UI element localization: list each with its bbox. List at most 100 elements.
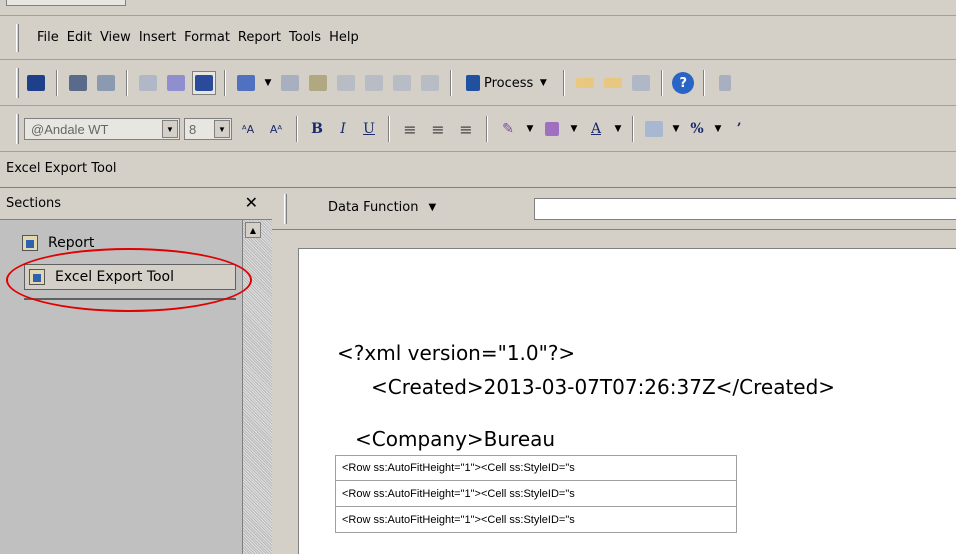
separator <box>296 116 298 142</box>
chevron-down-icon[interactable]: ▼ <box>524 124 536 134</box>
toolbar-grip[interactable] <box>284 194 287 224</box>
preview-icon <box>97 75 115 91</box>
menu-bar: File Edit View Insert Format Report Tool… <box>0 16 956 60</box>
align-center-icon: ≡ <box>431 119 445 139</box>
grow-font-icon: ᴬA <box>241 122 255 136</box>
formatting-toolbar: @Andale WT ▼ 8 ▼ ᴬA Aᴬ B I U ≡ ≡ ≡ ✎ ▼ ▼… <box>0 106 956 152</box>
font-size-select[interactable]: 8 ▼ <box>184 118 232 140</box>
forward-button[interactable] <box>601 71 625 95</box>
chevron-down-icon[interactable]: ▼ <box>612 124 624 134</box>
align-left-button[interactable]: ≡ <box>398 117 422 141</box>
grow-font-button[interactable]: ᴬA <box>236 117 260 141</box>
section-item-report[interactable]: Report <box>22 230 100 256</box>
separator <box>126 70 128 96</box>
sort-icon <box>337 75 355 91</box>
sections-title: Sections <box>6 196 62 211</box>
shrink-font-icon: Aᴬ <box>269 122 283 136</box>
percent-button[interactable]: % <box>686 121 708 137</box>
sections-scrollbar[interactable]: ▲ <box>242 220 272 554</box>
refresh-button[interactable] <box>629 71 653 95</box>
table-row[interactable]: <Row ss:AutoFitHeight="1"><Cell ss:Style… <box>335 455 737 481</box>
line-color-button[interactable]: ✎ <box>496 117 520 141</box>
more-button[interactable] <box>713 71 737 95</box>
chevron-down-icon: ▼ <box>428 202 437 213</box>
chart-wizard-button[interactable] <box>234 71 258 95</box>
paint-button[interactable] <box>136 71 160 95</box>
chart-icon <box>237 75 255 91</box>
menu-help[interactable]: Help <box>328 30 360 45</box>
xml-declaration-text: <?xml version="1.0"?> <box>337 341 576 365</box>
edit-button[interactable] <box>418 71 442 95</box>
filter-button[interactable] <box>362 71 386 95</box>
menu-view[interactable]: View <box>99 30 132 45</box>
font-color-button[interactable]: A <box>584 117 608 141</box>
view-toggle-button[interactable] <box>192 71 216 95</box>
object-icon <box>281 75 299 91</box>
process-label: Process <box>484 75 534 91</box>
sections-header: Sections ✕ <box>0 188 272 220</box>
back-button[interactable] <box>573 71 597 95</box>
scroll-up-icon[interactable]: ▲ <box>245 222 261 238</box>
toolbar-grip[interactable] <box>16 114 19 144</box>
edit-icon <box>421 75 439 91</box>
font-select[interactable]: @Andale WT ▼ <box>24 118 180 140</box>
italic-button[interactable]: I <box>332 121 354 137</box>
chevron-down-icon[interactable]: ▼ <box>537 78 549 88</box>
data-function-dropdown[interactable]: Data Function ▼ <box>328 200 436 215</box>
chevron-down-icon[interactable]: ▼ <box>670 124 682 134</box>
separator <box>661 70 664 96</box>
bold-button[interactable]: B <box>306 121 328 137</box>
menu-file[interactable]: File <box>36 30 60 45</box>
align-left-icon: ≡ <box>403 119 417 139</box>
table-button[interactable] <box>390 71 414 95</box>
currency-icon <box>645 121 663 137</box>
menu-edit[interactable]: Edit <box>66 30 93 45</box>
xml-rows-table: <Row ss:AutoFitHeight="1"><Cell ss:Style… <box>335 455 737 533</box>
align-center-button[interactable]: ≡ <box>426 117 450 141</box>
print-preview-button[interactable] <box>94 71 118 95</box>
xml-company-text: <Company>Bureau <box>355 427 556 451</box>
sort-button[interactable] <box>334 71 358 95</box>
chevron-down-icon[interactable]: ▼ <box>712 124 724 134</box>
chevron-down-icon[interactable]: ▼ <box>162 120 178 138</box>
pin-icon <box>309 75 327 91</box>
close-icon[interactable]: ✕ <box>245 193 258 212</box>
chevron-down-icon[interactable]: ▼ <box>262 78 274 88</box>
fill-icon <box>545 122 559 136</box>
table-row[interactable]: <Row ss:AutoFitHeight="1"><Cell ss:Style… <box>335 481 737 507</box>
help-button[interactable]: ? <box>671 71 695 95</box>
report-canvas[interactable]: <?xml version="1.0"?> <Created>2013-03-0… <box>298 248 956 554</box>
underline-button[interactable]: U <box>358 121 380 137</box>
separator <box>632 116 634 142</box>
insert-object-button[interactable] <box>278 71 302 95</box>
chevron-down-icon[interactable]: ▼ <box>568 124 580 134</box>
menu-format[interactable]: Format <box>183 30 231 45</box>
separator <box>703 70 706 96</box>
section-item-excel-export-tool[interactable]: Excel Export Tool <box>24 264 236 290</box>
chevron-down-icon[interactable]: ▼ <box>214 120 230 138</box>
print-button[interactable] <box>66 71 90 95</box>
toolbar-grip[interactable] <box>16 68 19 98</box>
window-tab-stub <box>6 0 126 6</box>
fill-color-button[interactable] <box>540 117 564 141</box>
menu-tools[interactable]: Tools <box>288 30 322 45</box>
formula-input[interactable] <box>534 198 956 220</box>
menu-insert[interactable]: Insert <box>138 30 177 45</box>
menubar-grip[interactable] <box>16 24 19 52</box>
pin-button[interactable] <box>306 71 330 95</box>
sections-panel: Sections ✕ Report Excel Export Tool ▲ <box>0 188 272 554</box>
table-row[interactable]: <Row ss:AutoFitHeight="1"><Cell ss:Style… <box>335 507 737 533</box>
format-painter-button[interactable] <box>164 71 188 95</box>
refresh-icon <box>632 75 651 91</box>
process-button[interactable]: Process ▼ <box>460 75 555 91</box>
shrink-font-button[interactable]: Aᴬ <box>264 117 288 141</box>
currency-button[interactable] <box>642 117 666 141</box>
save-button[interactable] <box>24 71 48 95</box>
help-icon: ? <box>672 72 695 94</box>
align-right-button[interactable]: ≡ <box>454 117 478 141</box>
separator <box>486 116 488 142</box>
font-color-icon: A <box>590 121 602 137</box>
comma-button[interactable]: ’ <box>728 121 750 137</box>
menu-report[interactable]: Report <box>237 30 282 45</box>
report-section-icon <box>29 269 45 285</box>
